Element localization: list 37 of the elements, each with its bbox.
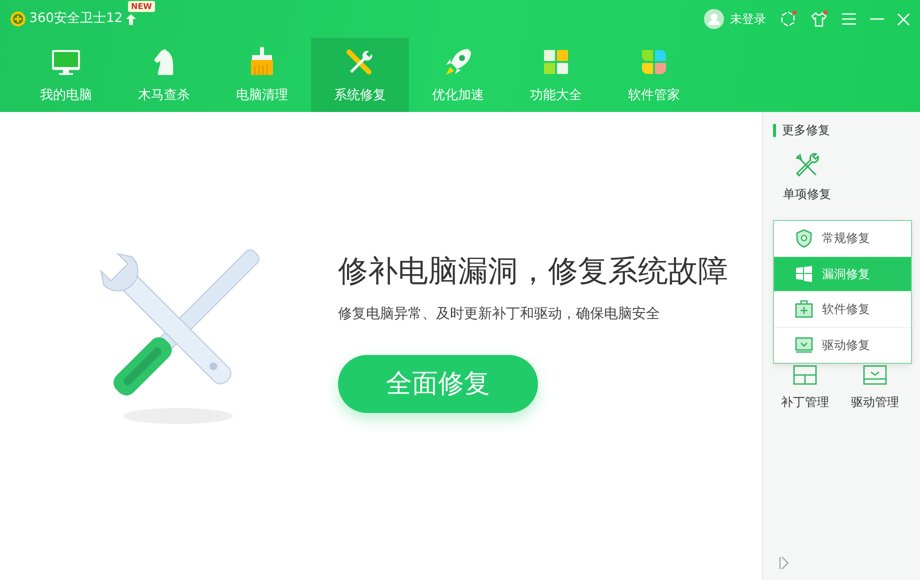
login-status[interactable]: 未登录 <box>730 10 766 28</box>
logo-icon <box>10 11 26 27</box>
upgrade-arrow-icon[interactable] <box>126 14 136 24</box>
headline: 修补电脑漏洞，修复系统故障 <box>338 253 728 291</box>
menu-item[interactable]: 驱动修复 <box>774 328 911 363</box>
nav-tab[interactable]: 我的电脑 <box>17 38 115 112</box>
menu-item[interactable]: 软件修复 <box>774 292 911 328</box>
nav-tab[interactable]: 系统修复 <box>311 38 409 112</box>
menu-item[interactable]: 漏洞修复 <box>774 256 911 292</box>
driver-board-icon <box>861 363 889 387</box>
windows-icon <box>794 264 814 284</box>
close-icon[interactable] <box>897 12 910 26</box>
nav-tab[interactable]: 木马查杀 <box>115 38 213 112</box>
section-heading: 更多修复 <box>773 124 920 137</box>
expand-icon[interactable] <box>779 556 789 570</box>
nav-tab[interactable]: 功能大全 <box>507 38 605 112</box>
minimize-icon[interactable] <box>870 18 884 20</box>
nav-tab[interactable]: 优化加速 <box>409 38 507 112</box>
full-repair-button[interactable]: 全面修复 <box>338 355 538 413</box>
single-repair-item[interactable]: 单项修复 <box>783 151 831 203</box>
shirt-icon[interactable] <box>810 10 828 28</box>
app-title: 360安全卫士12 <box>29 10 123 28</box>
shield-icon <box>794 228 814 248</box>
new-badge: NEW <box>128 1 155 12</box>
menu-item[interactable]: 常规修复 <box>774 221 911 256</box>
driver-manager-item[interactable]: 驱动管理 <box>851 363 899 411</box>
medical-kit-icon <box>794 299 814 320</box>
menu-icon[interactable] <box>841 12 857 26</box>
subtitle: 修复电脑异常、及时更新补丁和驱动，确保电脑安全 <box>338 305 661 324</box>
tools-icon <box>793 151 821 179</box>
refresh-icon[interactable] <box>779 10 797 28</box>
driver-board-icon <box>794 334 814 355</box>
avatar-icon[interactable] <box>704 9 724 29</box>
patch-manager-item[interactable]: 补丁管理 <box>781 363 829 411</box>
nav-tab[interactable]: 软件管家 <box>605 38 703 112</box>
windows-panel-icon <box>791 363 819 387</box>
nav-tab[interactable]: 电脑清理 <box>213 38 311 112</box>
